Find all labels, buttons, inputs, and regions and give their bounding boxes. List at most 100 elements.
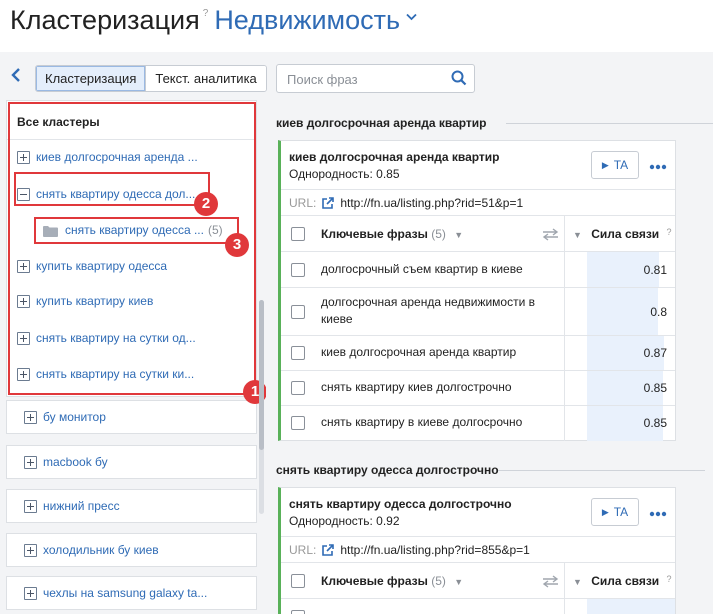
table-row (281, 599, 675, 614)
group-title: снять квартиру одесса долгострочно (289, 497, 512, 511)
ta-label: TA (613, 505, 629, 519)
section-divider (498, 470, 705, 471)
cluster-card[interactable]: бу монитор (6, 400, 257, 434)
play-icon: ▶ (601, 159, 609, 170)
expand-plus-icon[interactable] (24, 586, 37, 600)
cluster-card[interactable]: чехлы на samsung galaxy ta... (6, 576, 257, 610)
section-divider (506, 123, 713, 124)
main-content: киев долгосрочная аренда квартир киев до… (266, 100, 713, 614)
back-arrow-icon[interactable] (10, 66, 28, 88)
column-phrases[interactable]: Ключевые фразы (5) ▼ (321, 574, 463, 588)
phrases-count: (5) (431, 574, 446, 588)
expand-plus-icon[interactable] (24, 455, 37, 469)
page-header: Кластеризация ? Недвижимость (10, 0, 417, 42)
group-card: снять квартиру одесса долгострочно Однор… (278, 487, 676, 614)
keyword-phrase: долгосрочный съем квартир в киеве (321, 262, 523, 276)
table-row: долгосрочная аренда недвижимости в киеве… (281, 288, 675, 336)
strength-value: 0.85 (643, 416, 667, 430)
annotation-badge-3: 3 (225, 233, 249, 257)
swap-columns-icon[interactable] (542, 575, 559, 588)
chevron-down-icon[interactable] (406, 8, 417, 26)
url-row: URL: http://fn.ua/listing.php?rid=855&p=… (281, 536, 675, 563)
cluster-label[interactable]: холодильник бу киев (43, 543, 159, 557)
annotation-box-2 (14, 172, 210, 206)
toolbar: Кластеризация Текст. аналитика (0, 52, 713, 100)
ta-button[interactable]: ▶ TA (591, 498, 639, 526)
cluster-card[interactable]: нижний пресс (6, 489, 257, 523)
column-phrases[interactable]: Ключевые фразы (5) ▼ (321, 227, 463, 241)
cluster-label[interactable]: macbook бу (43, 455, 108, 469)
play-icon: ▶ (601, 506, 609, 517)
help-icon[interactable]: ? (667, 227, 672, 237)
caret-down-icon[interactable]: ▼ (454, 230, 463, 240)
annotation-badge-2: 2 (194, 192, 218, 216)
expand-plus-icon[interactable] (24, 543, 37, 557)
expand-plus-icon[interactable] (24, 499, 37, 513)
row-checkbox[interactable] (291, 381, 305, 395)
cluster-card[interactable]: холодильник бу киев (6, 533, 257, 567)
search-icon[interactable] (451, 70, 467, 86)
table-row: снять квартиру в киеве долгосрочно 0.85 (281, 406, 675, 441)
strength-value: 0.87 (643, 346, 667, 360)
cluster-label[interactable]: чехлы на samsung galaxy ta... (43, 586, 207, 600)
ta-label: TA (613, 158, 629, 172)
keyword-phrase: снять квартиру в киеве долгосрочно (321, 415, 523, 429)
external-link-icon[interactable] (322, 543, 335, 556)
tab-text-analytics[interactable]: Текст. аналитика (146, 66, 266, 91)
section-heading: снять квартиру одесса долгострочно (276, 463, 499, 477)
url-label: URL: (289, 542, 317, 557)
annotation-box-3 (34, 217, 239, 244)
tab-clustering[interactable]: Кластеризация (36, 66, 147, 91)
row-checkbox[interactable] (291, 263, 305, 277)
column-strength[interactable]: ▼ Сила связи ? (573, 574, 672, 588)
column-phrases-label: Ключевые фразы (321, 227, 428, 241)
column-strength-label: Сила связи (591, 227, 660, 241)
row-checkbox[interactable] (291, 416, 305, 430)
cluster-label[interactable]: бу монитор (43, 410, 106, 424)
caret-down-icon[interactable]: ▼ (454, 577, 463, 587)
swap-columns-icon[interactable] (542, 228, 559, 241)
column-strength[interactable]: ▼ Сила связи ? (573, 227, 672, 241)
row-checkbox[interactable] (291, 346, 305, 360)
phrases-count: (5) (431, 227, 446, 241)
row-checkbox[interactable] (291, 305, 305, 319)
column-strength-label: Сила связи (591, 574, 660, 588)
group-card: киев долгосрочная аренда квартир Однород… (278, 140, 676, 441)
strength-value: 0.81 (643, 263, 667, 277)
url-link[interactable]: http://fn.ua/listing.php?rid=51&p=1 (340, 196, 523, 210)
keyword-phrase: долгосрочная аренда недвижимости в киеве (321, 295, 536, 326)
sort-down-icon[interactable]: ▼ (573, 577, 582, 587)
search-box (276, 64, 475, 93)
table-row: снять квартиру киев долгострочно 0.85 (281, 371, 675, 406)
strength-bar (587, 288, 658, 335)
url-row: URL: http://fn.ua/listing.php?rid=51&p=1 (281, 189, 675, 216)
more-options-icon[interactable] (649, 505, 667, 517)
select-all-checkbox[interactable] (291, 574, 305, 588)
homogeneity: Однородность: 0.85 (289, 167, 400, 181)
annotation-box-1 (8, 102, 256, 395)
help-icon[interactable]: ? (203, 8, 209, 19)
table-row: киев долгосрочная аренда квартир 0.87 (281, 336, 675, 371)
view-tabs: Кластеризация Текст. аналитика (35, 65, 267, 92)
cluster-sidebar: Все кластеры киев долгосрочная аренда ..… (0, 100, 267, 614)
row-checkbox[interactable] (291, 610, 305, 614)
strength-value: 0.8 (650, 305, 667, 319)
search-input[interactable] (287, 70, 447, 88)
external-link-icon[interactable] (322, 196, 335, 209)
select-all-checkbox[interactable] (291, 227, 305, 241)
cluster-label[interactable]: нижний пресс (43, 499, 120, 513)
table-header: Ключевые фразы (5) ▼ ▼ Сила связи ? (281, 563, 675, 599)
help-icon[interactable]: ? (667, 574, 672, 584)
ta-button[interactable]: ▶ TA (591, 151, 639, 179)
strength-value: 0.85 (643, 381, 667, 395)
column-phrases-label: Ключевые фразы (321, 574, 428, 588)
cluster-card[interactable]: macbook бу (6, 445, 257, 479)
section-heading: киев долгосрочная аренда квартир (276, 116, 487, 130)
url-link[interactable]: http://fn.ua/listing.php?rid=855&p=1 (340, 543, 529, 557)
sort-down-icon[interactable]: ▼ (573, 230, 582, 240)
sidebar-scrollbar-thumb[interactable] (259, 300, 264, 450)
expand-plus-icon[interactable] (24, 410, 37, 424)
project-selector[interactable]: Недвижимость (214, 0, 400, 40)
strength-bar (587, 599, 675, 614)
more-options-icon[interactable] (649, 158, 667, 170)
